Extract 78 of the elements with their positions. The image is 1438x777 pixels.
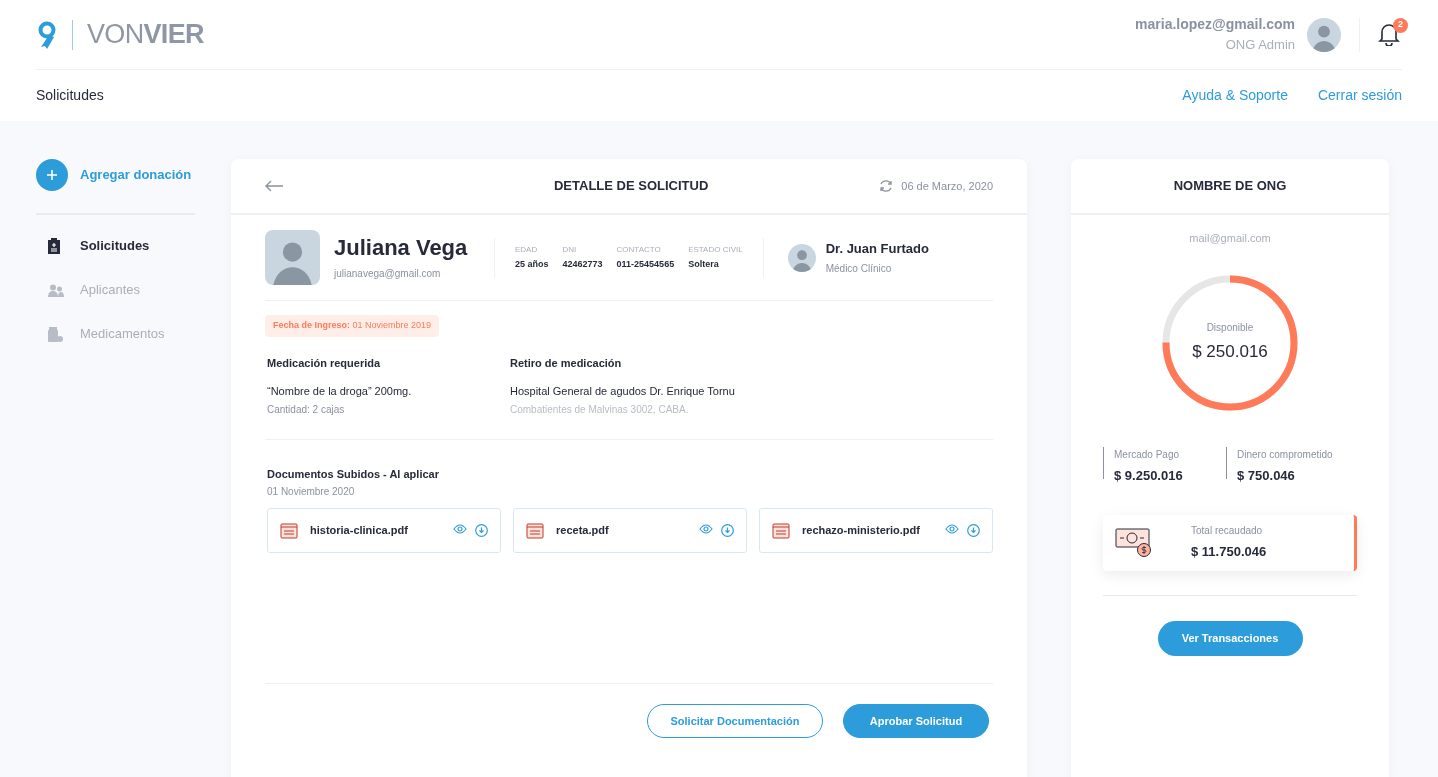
card-title: DETALLE DE SOLICITUD	[552, 177, 710, 196]
documents-heading: Documentos Subidos - Al aplicar	[267, 466, 440, 482]
view-eye-icon[interactable]	[453, 524, 467, 534]
section-heading: Medicación requerida	[267, 355, 382, 371]
refresh-icon[interactable]	[879, 179, 894, 193]
applicant-avatar	[265, 230, 320, 285]
applicant-email: julianavega@gmail.com	[334, 266, 442, 281]
add-donation-button[interactable]	[36, 159, 68, 191]
fact-label: DNI	[562, 243, 578, 256]
document-card[interactable]: receta.pdf	[513, 508, 747, 553]
sidebar-item[interactable]: Medicamentos	[36, 325, 195, 343]
brand-logo: VONVIER	[87, 18, 204, 52]
user-avatar	[1307, 17, 1341, 52]
download-icon[interactable]	[721, 524, 734, 537]
sidebar-label: Solicitudes	[80, 237, 150, 256]
stat-label: Dinero comprometido	[1237, 447, 1334, 462]
request-date: 06 de Marzo, 2020	[901, 178, 993, 194]
stat-label: Mercado Pago	[1114, 447, 1181, 462]
add-donation-link[interactable]: Agregar donación	[80, 165, 192, 185]
people-icon	[48, 283, 64, 297]
plus-icon	[47, 170, 57, 180]
fact-value: 42462773	[562, 257, 603, 271]
user-role: ONG Admin	[1224, 36, 1295, 55]
view-eye-icon[interactable]	[945, 524, 959, 534]
total-value: $ 11.750.046	[1191, 543, 1267, 562]
page-title: Solicitudes	[36, 86, 104, 105]
sidebar-item[interactable]: Aplicantes	[36, 281, 195, 299]
doctor-name: Dr. Juan Furtado	[825, 240, 929, 259]
download-icon[interactable]	[967, 524, 980, 537]
transactions-button[interactable]: Ver Transacciones	[1157, 620, 1303, 656]
donut-label: Disponible	[1206, 321, 1254, 336]
pdf-file-icon	[772, 522, 790, 539]
sidebar-item[interactable]: Solicitudes	[36, 237, 195, 255]
medicine-icon	[48, 326, 63, 342]
pdf-file-icon	[280, 522, 298, 539]
fact-value: Soltera	[688, 257, 720, 271]
sidebar-label: Medicamentos	[80, 325, 165, 344]
medication-quantity: Cantidad: 2 cajas	[267, 402, 346, 417]
user-email: maria.lopez@gmail.com	[1135, 15, 1295, 35]
stat-value: $ 750.046	[1237, 466, 1296, 485]
bell-icon[interactable]	[1378, 21, 1400, 46]
admission-date-badge: Fecha de Ingreso: 01 Noviembre 2019	[265, 315, 440, 337]
header-link[interactable]: Cerrar sesión	[1317, 85, 1402, 106]
doctor-avatar	[787, 243, 816, 272]
medication-name: “Nombre de la droga” 200mg.	[267, 384, 413, 399]
documents-date: 01 Noviembre 2020	[267, 485, 356, 499]
org-title: NOMBRE DE ONG	[1173, 177, 1287, 196]
clipboard-icon	[48, 238, 60, 254]
fact-value: 011-25454565	[616, 257, 675, 271]
fact-value: 25 años	[515, 257, 549, 271]
total-label: Total recaudado	[1191, 524, 1264, 539]
file-name: rechazo-ministerio.pdf	[802, 523, 920, 539]
view-eye-icon[interactable]	[699, 524, 713, 534]
applicant-name: Juliana Vega	[334, 234, 469, 262]
section-heading: Retiro de medicación	[510, 355, 623, 371]
document-card[interactable]: historia-clinica.pdf	[267, 508, 501, 553]
pdf-file-icon	[526, 522, 544, 539]
header-link[interactable]: Ayuda & Soporte	[1182, 85, 1288, 106]
download-icon[interactable]	[475, 524, 488, 537]
file-name: receta.pdf	[556, 523, 609, 539]
pickup-address: Combatientes de Malvinas 3002, CABA.	[510, 402, 690, 417]
stat-value: $ 9.250.016	[1114, 466, 1184, 485]
back-arrow-icon[interactable]	[265, 180, 283, 192]
file-name: historia-clinica.pdf	[310, 523, 408, 539]
action-button[interactable]: Solicitar Documentación	[647, 704, 823, 738]
document-card[interactable]: rechazo-ministerio.pdf	[759, 508, 993, 553]
pickup-place: Hospital General de agudos Dr. Enrique Tornu	[510, 384, 735, 399]
fact-label: ESTADO CIVIL	[688, 243, 743, 256]
notification-count: 2	[1393, 17, 1408, 33]
banknote-icon	[1115, 527, 1153, 558]
org-email: mail@gmail.com	[1188, 231, 1272, 246]
fact-label: EDAD	[515, 243, 539, 256]
fact-label: CONTACTO	[616, 243, 662, 256]
sidebar-label: Aplicantes	[80, 281, 140, 300]
ribbon-logo-icon	[36, 20, 58, 49]
action-button[interactable]: Aprobar Solicitud	[843, 704, 989, 738]
doctor-role: Médico Clínico	[825, 261, 893, 276]
donut-amount: $ 250.016	[1192, 341, 1268, 364]
